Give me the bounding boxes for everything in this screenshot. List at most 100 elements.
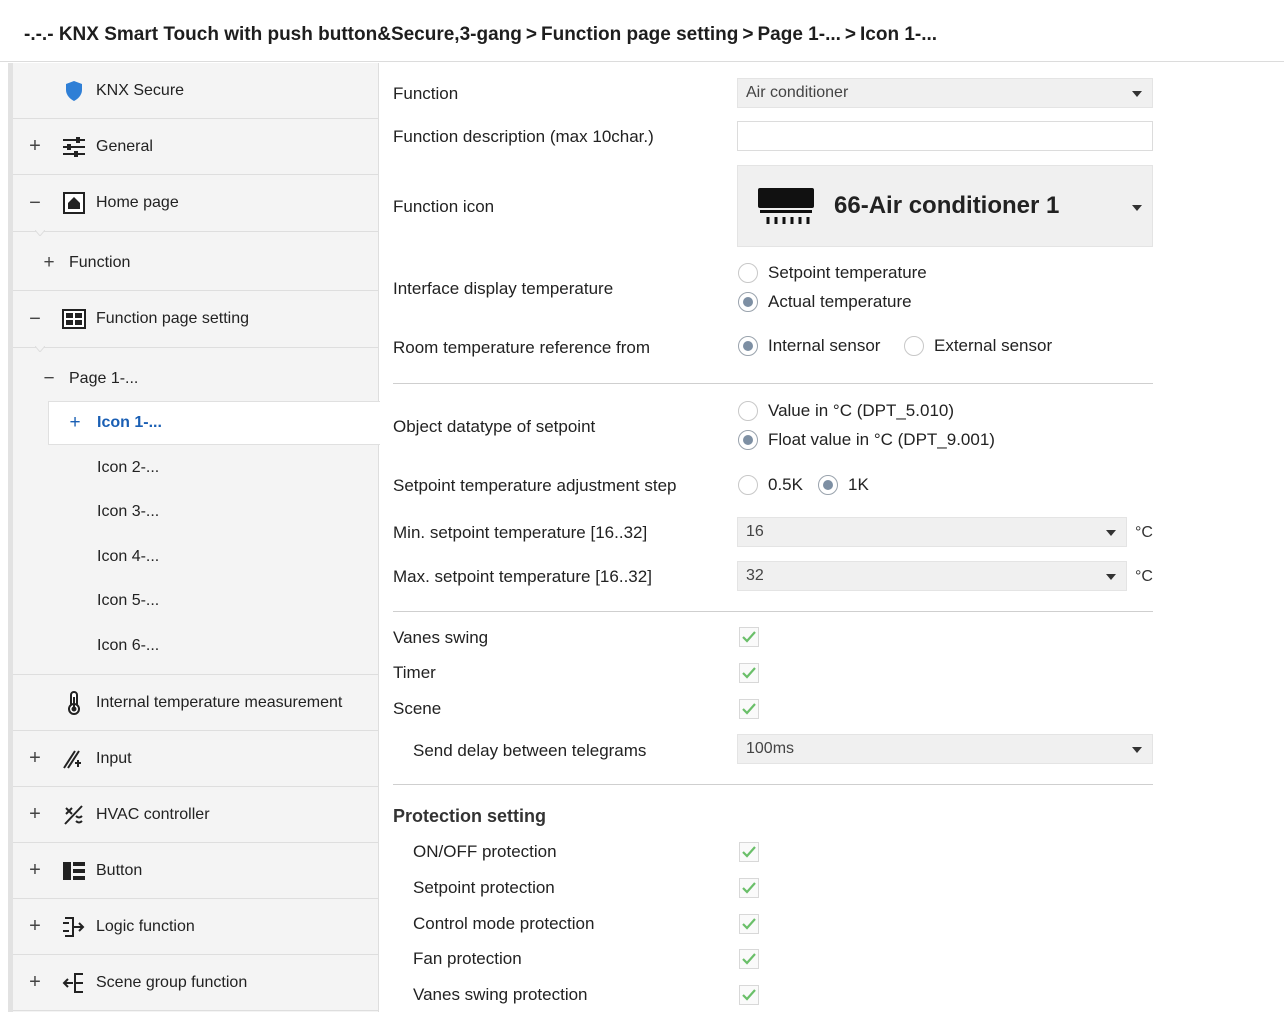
radio-step-0-5k[interactable]: 0.5K bbox=[738, 475, 803, 495]
sidebar-item-function-page-setting[interactable]: − Function page setting bbox=[13, 291, 379, 347]
send-delay-value: 100ms bbox=[746, 740, 795, 757]
min-setpoint-label: Min. setpoint temperature [16..32] bbox=[393, 523, 648, 542]
sidebar-item-label: KNX Secure bbox=[96, 81, 185, 99]
send-delay-select[interactable]: 100ms bbox=[737, 734, 1153, 764]
max-setpoint-label: Max. setpoint temperature [16..32] bbox=[393, 567, 652, 586]
breadcrumb-item-device[interactable]: -.-.- KNX Smart Touch with push button&S… bbox=[24, 24, 522, 45]
expand-icon[interactable]: + bbox=[27, 747, 43, 770]
fan-protection-checkbox[interactable] bbox=[739, 949, 759, 969]
expand-icon[interactable]: + bbox=[27, 915, 43, 938]
sidebar-item-internal-temperature-measurement[interactable]: Internal temperature measurement bbox=[13, 675, 379, 731]
radio-internal-sensor[interactable]: Internal sensor bbox=[738, 336, 880, 356]
control-mode-protection-checkbox[interactable] bbox=[739, 914, 759, 934]
sidebar-item-label: Logic function bbox=[96, 917, 195, 935]
radio-circle[interactable] bbox=[738, 430, 758, 450]
protection-setting-title: Protection setting bbox=[393, 806, 547, 826]
radio-label: Internal sensor bbox=[768, 336, 881, 355]
vanes-swing-checkbox[interactable] bbox=[739, 627, 759, 647]
function-select[interactable]: Air conditioner bbox=[737, 78, 1153, 108]
radio-label: Value in °C (DPT_5.010) bbox=[768, 401, 955, 420]
sidebar-item-icon-4[interactable]: Icon 4-... bbox=[13, 535, 379, 579]
sidebar-item-icon-1[interactable]: + Icon 1-... bbox=[48, 401, 380, 445]
expand-icon[interactable]: + bbox=[27, 135, 43, 158]
max-setpoint-select[interactable]: 32 bbox=[737, 561, 1127, 591]
expand-icon[interactable]: + bbox=[67, 412, 83, 434]
radio-step-1k[interactable]: 1K bbox=[818, 475, 869, 495]
radio-circle[interactable] bbox=[904, 336, 924, 356]
sidebar-item-input[interactable]: + Input bbox=[13, 731, 379, 787]
radio-label: 0.5K bbox=[768, 475, 803, 494]
sidebar-item-button[interactable]: + Button bbox=[13, 843, 379, 899]
scene-checkbox[interactable] bbox=[739, 699, 759, 719]
radio-setpoint-temperature[interactable]: Setpoint temperature bbox=[738, 263, 927, 283]
air-conditioner-icon bbox=[758, 188, 814, 231]
sidebar-item-hvac-controller[interactable]: + HVAC controller bbox=[13, 787, 379, 843]
setpoint-protection-checkbox[interactable] bbox=[739, 878, 759, 898]
expand-icon[interactable]: + bbox=[27, 803, 43, 826]
expand-icon[interactable]: + bbox=[27, 971, 43, 994]
radio-circle[interactable] bbox=[738, 401, 758, 421]
divider bbox=[393, 784, 1153, 785]
collapse-icon[interactable]: − bbox=[27, 192, 43, 215]
checkmark-icon bbox=[742, 953, 756, 965]
min-setpoint-select[interactable]: 16 bbox=[737, 517, 1127, 547]
protection-item-label: Setpoint protection bbox=[413, 878, 555, 897]
shield-icon bbox=[61, 78, 87, 104]
sidebar: KNX Secure + General − Home page + Funct… bbox=[8, 63, 380, 1012]
radio-external-sensor[interactable]: External sensor bbox=[904, 336, 1052, 356]
sidebar-item-label: HVAC controller bbox=[96, 805, 210, 823]
setpoint-adjustment-step-label: Setpoint temperature adjustment step bbox=[393, 476, 677, 495]
chevron-down-icon bbox=[1132, 747, 1142, 753]
sidebar-item-label: Internal temperature measurement bbox=[96, 693, 343, 711]
sidebar-item-knx-secure[interactable]: KNX Secure bbox=[13, 63, 379, 119]
radio-label: Actual temperature bbox=[768, 292, 912, 311]
radio-circle[interactable] bbox=[738, 263, 758, 283]
vanes-swing-label: Vanes swing bbox=[393, 628, 489, 647]
sidebar-item-icon-2[interactable]: Icon 2-... bbox=[13, 446, 379, 490]
sidebar-item-icon-5[interactable]: Icon 5-... bbox=[13, 579, 379, 623]
function-description-input[interactable] bbox=[737, 121, 1153, 151]
checkmark-icon bbox=[742, 703, 756, 715]
timer-checkbox[interactable] bbox=[739, 663, 759, 683]
sidebar-item-icon-6[interactable]: Icon 6-... bbox=[13, 624, 379, 668]
radio-float-dpt-9-001[interactable]: Float value in °C (DPT_9.001) bbox=[738, 430, 995, 450]
radio-actual-temperature[interactable]: Actual temperature bbox=[738, 292, 912, 312]
sidebar-item-home-page[interactable]: − Home page bbox=[13, 175, 379, 231]
sidebar-item-icon-3[interactable]: Icon 3-... bbox=[13, 490, 379, 534]
radio-label: External sensor bbox=[934, 336, 1053, 355]
expand-icon[interactable]: + bbox=[41, 252, 57, 274]
sliders-icon bbox=[61, 134, 87, 160]
max-setpoint-unit: °C bbox=[1135, 568, 1153, 585]
sidebar-item-label: Home page bbox=[96, 194, 179, 211]
vanes-swing-protection-checkbox[interactable] bbox=[739, 985, 759, 1005]
sidebar-item-function[interactable]: + Function bbox=[13, 235, 379, 291]
sidebar-item-logic-function[interactable]: + Logic function bbox=[13, 899, 379, 955]
on-off-protection-checkbox[interactable] bbox=[739, 842, 759, 862]
function-icon-select[interactable]: 66-Air conditioner 1 bbox=[737, 165, 1153, 247]
button-icon bbox=[61, 858, 87, 884]
breadcrumb-item-function-page-setting[interactable]: Function page setting bbox=[541, 24, 738, 45]
expand-icon[interactable]: + bbox=[27, 859, 43, 882]
chevron-down-icon bbox=[1106, 530, 1116, 536]
sidebar-item-label: Page 1-... bbox=[69, 370, 139, 387]
function-description-label: Function description (max 10char.) bbox=[393, 127, 654, 146]
sidebar-item-label: Icon 4-... bbox=[97, 548, 160, 565]
radio-circle[interactable] bbox=[818, 475, 838, 495]
radio-label: 1K bbox=[848, 475, 869, 494]
radio-circle[interactable] bbox=[738, 336, 758, 356]
sidebar-item-label: Scene group function bbox=[96, 973, 248, 991]
function-select-value: Air conditioner bbox=[746, 84, 849, 101]
radio-value-dpt-5-010[interactable]: Value in °C (DPT_5.010) bbox=[738, 401, 954, 421]
sidebar-item-general[interactable]: + General bbox=[13, 119, 379, 175]
radio-circle[interactable] bbox=[738, 292, 758, 312]
breadcrumb-item-icon[interactable]: Icon 1-... bbox=[860, 24, 937, 45]
sidebar-item-scene-group-function[interactable]: + Scene group function bbox=[13, 955, 379, 1011]
min-setpoint-unit: °C bbox=[1135, 524, 1153, 541]
radio-circle[interactable] bbox=[738, 475, 758, 495]
checkmark-icon bbox=[742, 882, 756, 894]
collapse-icon[interactable]: − bbox=[27, 308, 43, 331]
sidebar-item-page-1[interactable]: − Page 1-... bbox=[13, 357, 379, 401]
collapse-icon[interactable]: − bbox=[41, 368, 57, 390]
radio-label: Setpoint temperature bbox=[768, 263, 927, 282]
breadcrumb-item-page[interactable]: Page 1-... bbox=[757, 24, 840, 45]
